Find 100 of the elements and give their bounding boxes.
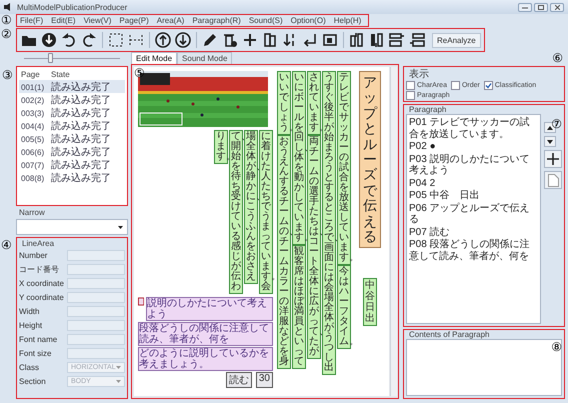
caret-icon bbox=[116, 380, 121, 383]
field-label: Width bbox=[19, 307, 40, 316]
checkbox[interactable] bbox=[406, 91, 415, 100]
paragraph-item[interactable]: P08 段落どうしの関係に注意して読み、筆者が、何を bbox=[409, 239, 538, 262]
callout-number: ② bbox=[1, 28, 12, 40]
page-row[interactable]: 001(1) 読み込み完了 bbox=[19, 80, 125, 93]
group-title: Contents of Paragraph bbox=[408, 330, 490, 339]
field-label: Y coordinate bbox=[19, 293, 65, 302]
property-field[interactable] bbox=[67, 278, 125, 289]
paragraph-item[interactable]: P03 説明のしかたについて考えよう bbox=[409, 154, 538, 176]
property-field[interactable] bbox=[67, 348, 125, 359]
trash-icon bbox=[222, 32, 238, 48]
field-label: Font size bbox=[19, 349, 52, 358]
insert-button[interactable] bbox=[408, 31, 426, 49]
edit-button[interactable] bbox=[201, 31, 219, 49]
paragraph-item[interactable]: P04 2 bbox=[409, 178, 538, 189]
row-insert-icon bbox=[409, 32, 425, 48]
dashed-square-icon bbox=[108, 32, 124, 48]
select-button[interactable] bbox=[107, 31, 125, 49]
paragraph-item[interactable]: P06 アップとルーズで伝える bbox=[409, 202, 538, 226]
menu-item[interactable]: Help(H) bbox=[334, 16, 362, 25]
page-row[interactable]: 007(7) 読み込み完了 bbox=[19, 158, 125, 171]
property-field[interactable] bbox=[67, 250, 125, 261]
page-number: 30 bbox=[256, 372, 273, 388]
paragraph-item[interactable]: P02 ● bbox=[409, 141, 538, 152]
column-header: Page bbox=[21, 70, 41, 79]
mode-tab[interactable]: Edit Mode bbox=[131, 52, 178, 64]
columns-icon bbox=[262, 32, 278, 48]
plus-icon bbox=[547, 153, 559, 165]
page-row[interactable]: 005(5) 読み込み完了 bbox=[19, 132, 125, 145]
column-insert-icon bbox=[349, 32, 365, 48]
field-label: Font name bbox=[19, 335, 58, 344]
page-slider[interactable] bbox=[24, 52, 120, 64]
page-row[interactable]: 006(6) 読み込み完了 bbox=[19, 145, 125, 158]
property-field[interactable] bbox=[67, 334, 125, 345]
menu-item[interactable]: Sound(S) bbox=[248, 16, 283, 25]
page-row[interactable]: 002(2) 読み込み完了 bbox=[19, 93, 125, 106]
columns-button[interactable] bbox=[261, 31, 279, 49]
callout-number: ③ bbox=[2, 69, 13, 81]
minimize-button[interactable] bbox=[518, 2, 532, 12]
group-title: 表示 bbox=[408, 68, 430, 81]
frame-button[interactable] bbox=[321, 31, 339, 49]
page-icon bbox=[548, 174, 558, 186]
menu-item[interactable]: File(F) bbox=[20, 16, 44, 25]
arrow-down-icon bbox=[175, 32, 191, 48]
save-button[interactable] bbox=[40, 31, 58, 49]
callout-number: ⑦ bbox=[551, 118, 562, 130]
page-row[interactable]: 008(8) 読み込み完了 bbox=[19, 171, 125, 184]
menu-item[interactable]: Page(P) bbox=[119, 16, 149, 25]
paragraph-item[interactable]: P01 テレビでサッカーの試合を放送しています。 bbox=[409, 117, 538, 140]
return-button[interactable] bbox=[301, 31, 319, 49]
maximize-button[interactable] bbox=[534, 2, 548, 12]
pencil-icon bbox=[202, 32, 218, 48]
group-title: Paragraph bbox=[408, 105, 448, 114]
undo-button[interactable] bbox=[60, 31, 78, 49]
move-down-button[interactable] bbox=[544, 136, 556, 147]
menu-item[interactable]: Edit(E) bbox=[51, 16, 76, 25]
move-up-button[interactable] bbox=[154, 31, 172, 49]
property-field[interactable] bbox=[67, 306, 125, 317]
menu-item[interactable]: Option(O) bbox=[290, 16, 326, 25]
triangle-down-icon bbox=[547, 140, 553, 144]
callout-number: ⑥ bbox=[552, 52, 563, 64]
redo-button[interactable] bbox=[80, 31, 98, 49]
checkbox[interactable] bbox=[484, 81, 493, 90]
move-down-button[interactable] bbox=[174, 31, 192, 49]
contents-field[interactable] bbox=[406, 339, 562, 396]
scrollbar[interactable] bbox=[390, 67, 397, 396]
paragraph-item[interactable]: P07 読む bbox=[409, 226, 538, 238]
add-button[interactable] bbox=[544, 150, 562, 168]
property-field[interactable] bbox=[67, 320, 125, 331]
property-field[interactable] bbox=[67, 264, 125, 275]
checkbox[interactable] bbox=[450, 81, 460, 90]
slider-thumb[interactable] bbox=[48, 53, 53, 63]
close-button[interactable] bbox=[550, 2, 564, 12]
return-icon bbox=[302, 32, 318, 48]
reanalyze-button[interactable]: ReAnalyze bbox=[432, 32, 481, 48]
undo-icon bbox=[61, 32, 77, 48]
menu-item[interactable]: View(V) bbox=[84, 16, 112, 25]
callout-number: ⑤ bbox=[134, 67, 145, 79]
property-field[interactable] bbox=[67, 292, 125, 303]
field-label: コード番号 bbox=[19, 264, 60, 275]
delete-button[interactable] bbox=[221, 31, 239, 49]
add-button[interactable] bbox=[241, 31, 259, 49]
checkbox[interactable] bbox=[406, 81, 415, 90]
menu-item[interactable]: Area(A) bbox=[156, 16, 184, 25]
tag-label: 読む bbox=[226, 372, 252, 388]
menu-item[interactable]: Paragraph(R) bbox=[192, 16, 241, 25]
maximize-icon bbox=[538, 4, 544, 10]
redo-icon bbox=[81, 32, 97, 48]
insert-button[interactable] bbox=[348, 31, 366, 49]
caret-icon bbox=[118, 226, 123, 228]
page-row[interactable]: 004(4) 読み込み完了 bbox=[19, 119, 125, 132]
paragraph-item[interactable]: P05 中谷 日出 bbox=[409, 190, 538, 202]
author-name: 中谷日出 bbox=[363, 278, 377, 326]
download-icon bbox=[41, 32, 57, 48]
narrow-label: Narrow bbox=[18, 208, 46, 217]
page-row[interactable]: 003(3) 読み込み完了 bbox=[19, 106, 125, 119]
insert-button[interactable] bbox=[368, 31, 386, 49]
insert-button[interactable] bbox=[388, 31, 406, 49]
mode-tab[interactable]: Sound Mode bbox=[177, 52, 232, 64]
